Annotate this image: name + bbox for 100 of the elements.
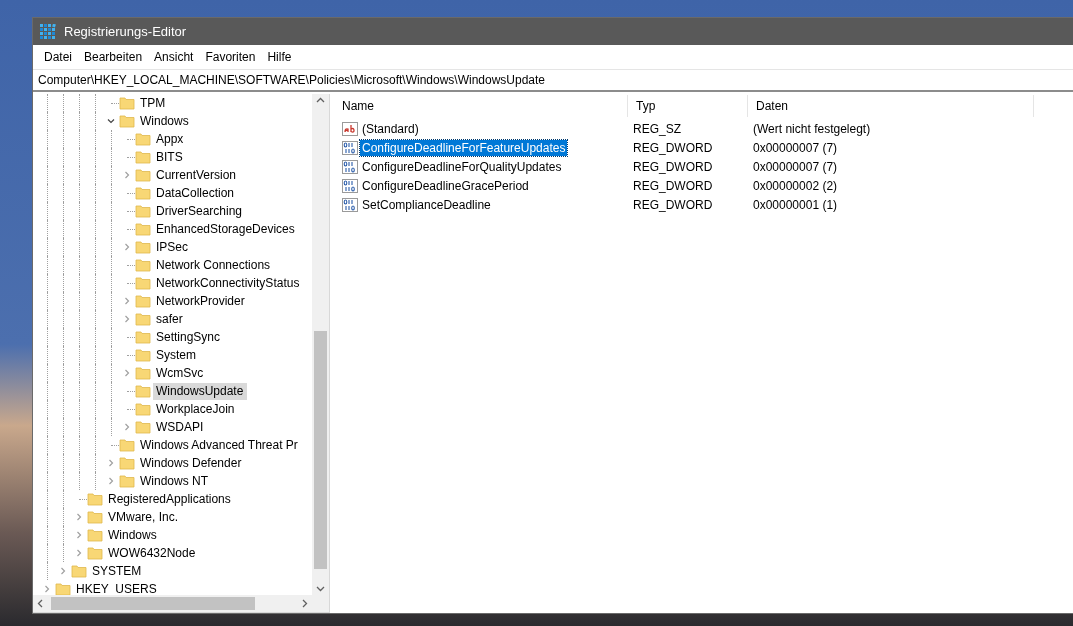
folder-icon bbox=[135, 401, 151, 417]
value-name[interactable]: SetComplianceDeadline bbox=[360, 196, 493, 213]
tree-node[interactable]: DataCollection bbox=[153, 184, 239, 202]
window-title: Registrierungs-Editor bbox=[64, 24, 187, 39]
tree-node[interactable]: NetworkConnectivityStatus bbox=[153, 274, 304, 292]
folder-icon bbox=[119, 95, 135, 111]
scrollbar-thumb[interactable] bbox=[51, 597, 255, 610]
folder-icon bbox=[119, 437, 135, 453]
menu-item[interactable]: Favoriten bbox=[199, 48, 262, 66]
tree-node[interactable]: EnhancedStorageDevices bbox=[153, 220, 299, 238]
menu-item[interactable]: Datei bbox=[38, 48, 78, 66]
tree-node[interactable]: NetworkProvider bbox=[153, 292, 249, 310]
folder-icon bbox=[135, 257, 151, 273]
tree-node[interactable]: Windows Advanced Threat Pr bbox=[137, 436, 302, 454]
menu-item[interactable]: Hilfe bbox=[261, 48, 298, 66]
column-header[interactable]: Name bbox=[334, 95, 628, 117]
tree-node[interactable]: WorkplaceJoin bbox=[153, 400, 239, 418]
folder-icon bbox=[135, 203, 151, 219]
tree-node[interactable]: HKEY_USERS bbox=[73, 580, 161, 595]
tree-node[interactable]: DriverSearching bbox=[153, 202, 247, 220]
tree-node[interactable]: Windows NT bbox=[137, 472, 212, 490]
scroll-down-icon[interactable] bbox=[316, 584, 325, 593]
value-name[interactable]: ConfigureDeadlineForFeatureUpdates bbox=[360, 139, 568, 156]
tree-node[interactable]: Windows Defender bbox=[137, 454, 246, 472]
scrollbar-thumb[interactable] bbox=[314, 331, 327, 569]
chevron-right-icon[interactable] bbox=[123, 297, 131, 305]
value-type: REG_SZ bbox=[632, 121, 682, 136]
tree-node[interactable]: Appx bbox=[153, 130, 188, 148]
tree-node[interactable]: TPM bbox=[137, 94, 170, 112]
scroll-left-icon[interactable] bbox=[36, 599, 45, 608]
chevron-right-icon[interactable] bbox=[75, 531, 83, 539]
column-header[interactable]: Daten bbox=[748, 95, 1034, 117]
tree-node[interactable]: safer bbox=[153, 310, 187, 328]
tree-node[interactable]: Windows bbox=[105, 526, 161, 544]
menu-item[interactable]: Bearbeiten bbox=[78, 48, 149, 66]
value-name[interactable]: ConfigureDeadlineGracePeriod bbox=[360, 177, 531, 194]
tree-node[interactable]: VMware, Inc. bbox=[105, 508, 183, 526]
folder-icon bbox=[135, 149, 151, 165]
tree-node[interactable]: WcmSvc bbox=[153, 364, 208, 382]
binary-value-icon bbox=[342, 139, 358, 156]
folder-icon bbox=[87, 545, 103, 561]
tree-node[interactable]: SYSTEM bbox=[89, 562, 146, 580]
folder-icon bbox=[135, 239, 151, 255]
chevron-right-icon[interactable] bbox=[123, 243, 131, 251]
tree-node[interactable]: CurrentVersion bbox=[153, 166, 241, 184]
folder-icon bbox=[135, 185, 151, 201]
scroll-up-icon[interactable] bbox=[316, 96, 325, 105]
horizontal-scrollbar[interactable] bbox=[33, 595, 312, 612]
menu-item[interactable]: Ansicht bbox=[148, 48, 200, 66]
column-header[interactable]: Typ bbox=[628, 95, 748, 117]
value-name[interactable]: ConfigureDeadlineForQualityUpdates bbox=[360, 158, 564, 175]
chevron-right-icon[interactable] bbox=[123, 315, 131, 323]
folder-icon bbox=[135, 311, 151, 327]
value-data: 0x00000002 (2) bbox=[752, 178, 839, 193]
tree-node[interactable]: Windows bbox=[137, 112, 193, 130]
tree-node[interactable]: WSDAPI bbox=[153, 418, 208, 436]
value-data: 0x00000007 (7) bbox=[752, 140, 839, 155]
chevron-right-icon[interactable] bbox=[43, 585, 51, 593]
value-type: REG_DWORD bbox=[632, 197, 714, 212]
folder-icon bbox=[135, 347, 151, 363]
chevron-right-icon[interactable] bbox=[123, 369, 131, 377]
chevron-down-icon[interactable] bbox=[107, 117, 115, 125]
folder-icon bbox=[119, 113, 135, 129]
chevron-right-icon[interactable] bbox=[123, 171, 131, 179]
chevron-right-icon[interactable] bbox=[107, 459, 115, 467]
tree-node[interactable]: WindowsUpdate bbox=[153, 382, 248, 400]
folder-icon bbox=[87, 509, 103, 525]
chevron-right-icon[interactable] bbox=[123, 423, 131, 431]
tree-node[interactable]: RegisteredApplications bbox=[105, 490, 235, 508]
chevron-right-icon[interactable] bbox=[75, 549, 83, 557]
binary-value-icon bbox=[342, 177, 358, 194]
folder-icon bbox=[135, 329, 151, 345]
folder-icon bbox=[135, 131, 151, 147]
tree-node[interactable]: WOW6432Node bbox=[105, 544, 200, 562]
chevron-right-icon[interactable] bbox=[59, 567, 67, 575]
registry-editor-icon bbox=[40, 23, 56, 40]
address-bar[interactable]: Computer\HKEY_LOCAL_MACHINE\SOFTWARE\Policies\Microsoft\Windows\WindowsUpdate bbox=[33, 69, 1073, 92]
value-type: REG_DWORD bbox=[632, 159, 714, 174]
folder-icon bbox=[135, 365, 151, 381]
folder-icon bbox=[119, 473, 135, 489]
tree-node[interactable]: Network Connections bbox=[153, 256, 275, 274]
value-data: 0x00000001 (1) bbox=[752, 197, 839, 212]
value-data: 0x00000007 (7) bbox=[752, 159, 839, 174]
vertical-scrollbar[interactable] bbox=[312, 94, 329, 595]
folder-icon bbox=[119, 455, 135, 471]
chevron-right-icon[interactable] bbox=[75, 513, 83, 521]
scroll-right-icon[interactable] bbox=[300, 599, 309, 608]
tree-node[interactable]: SettingSync bbox=[153, 328, 225, 346]
value-type: REG_DWORD bbox=[632, 178, 714, 193]
value-name[interactable]: (Standard) bbox=[360, 120, 421, 137]
chevron-right-icon[interactable] bbox=[107, 477, 115, 485]
folder-icon bbox=[87, 491, 103, 507]
tree-node[interactable]: IPSec bbox=[153, 238, 192, 256]
binary-value-icon bbox=[342, 158, 358, 175]
folder-icon bbox=[135, 419, 151, 435]
folder-icon bbox=[135, 293, 151, 309]
folder-icon bbox=[135, 221, 151, 237]
tree-node[interactable]: BITS bbox=[153, 148, 187, 166]
folder-icon bbox=[71, 563, 87, 579]
tree-node[interactable]: System bbox=[153, 346, 200, 364]
